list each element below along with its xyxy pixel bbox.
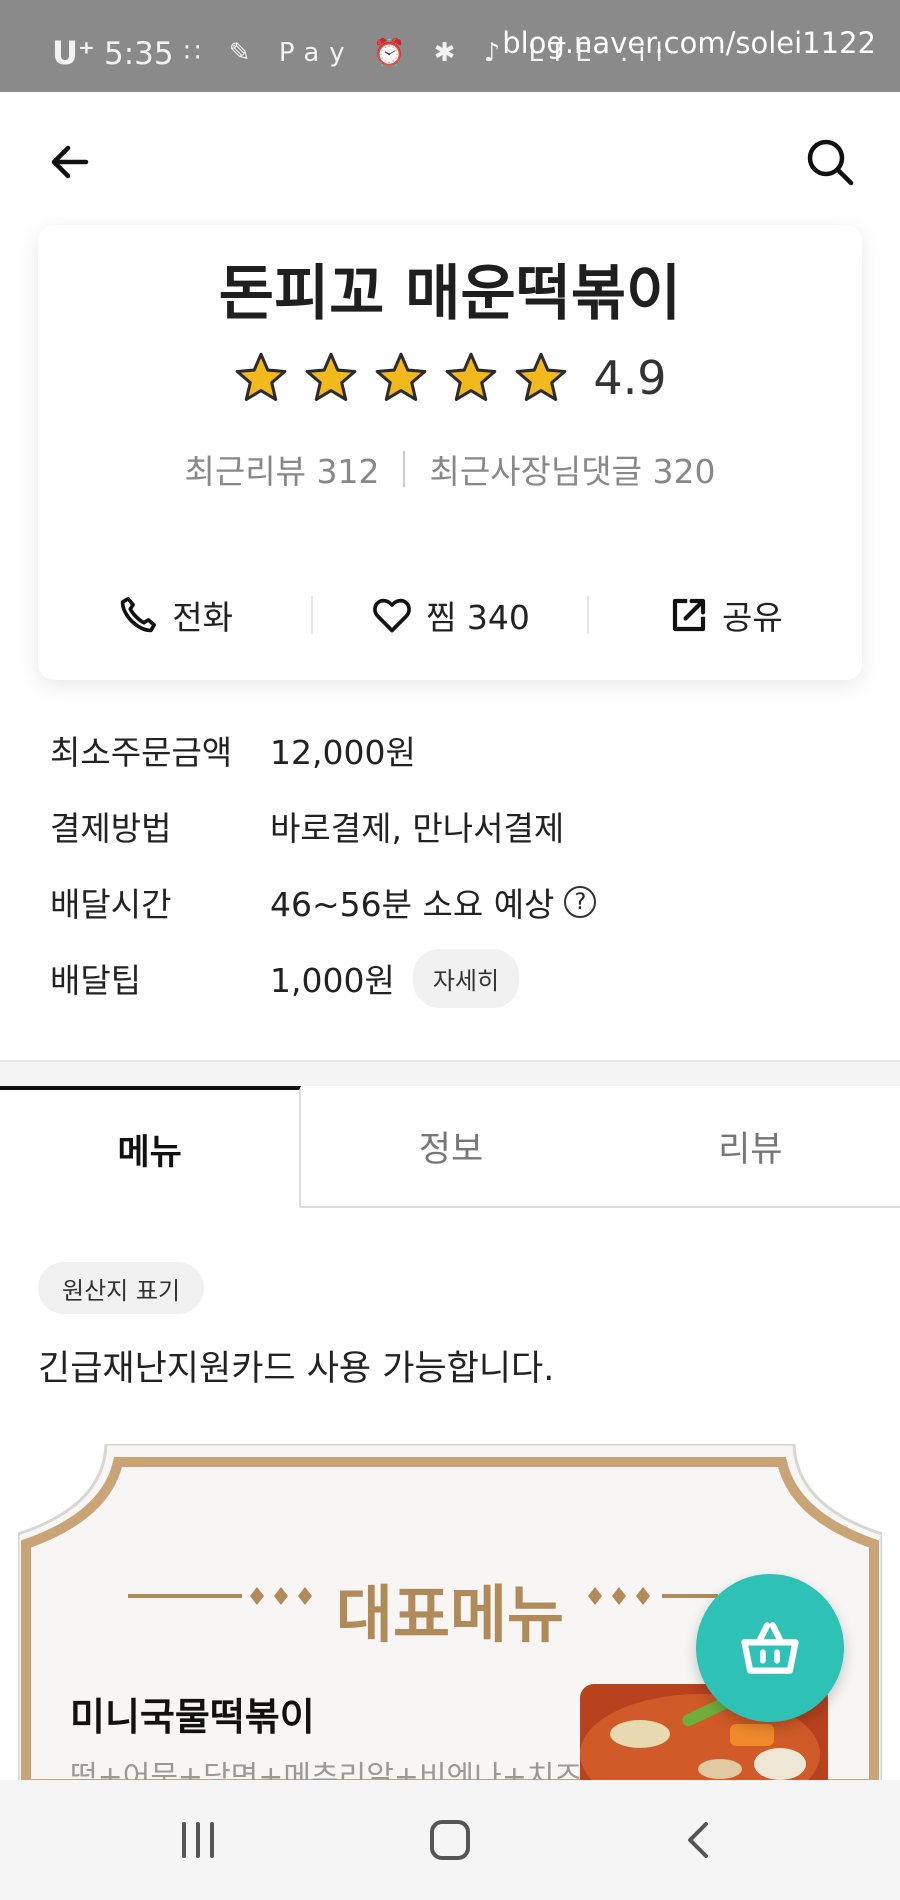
delivery-tip-value-wrap: 1,000원 자세히 [270,948,520,1008]
payment-row: 결제방법 바로결제, 만나서결제 [50,796,850,856]
back-arrow-icon [51,145,89,179]
divider [403,451,406,487]
star-icon [236,352,287,401]
status-time: 5:35 [104,36,174,72]
recent-reviews-link[interactable]: 최근리뷰 312 [185,445,380,493]
home-icon [430,1820,470,1860]
min-order-label: 최소주문금액 [50,733,233,772]
menu-item-name[interactable]: 미니국물떡볶이 [70,1686,315,1741]
delivery-time-label: 배달시간 [50,885,172,924]
tab-reviews[interactable]: 리뷰 [600,1086,900,1208]
call-button[interactable]: 전화 [38,591,311,639]
recent-apps-icon [182,1822,214,1858]
min-order-row: 최소주문금액 12,000원 [50,720,850,780]
heart-icon [373,598,411,633]
delivery-time-value-wrap: 46~56분 소요 예상 ? [270,878,597,926]
min-order-value: 12,000원 [270,733,416,772]
share-icon [672,598,706,632]
notice-text: 긴급재난지원카드 사용 가능합니다. [38,1349,555,1389]
recent-apps-button[interactable] [138,1780,258,1900]
cart-button[interactable] [696,1574,844,1722]
section-divider [0,1060,900,1086]
system-nav-bar [0,1780,900,1900]
watermark-text: blog.naver.com/solei1122 [502,26,876,60]
delivery-time-value: 46~56분 소요 예상 [270,885,555,924]
tab-bar: 메뉴 정보 리뷰 [0,1086,900,1208]
delivery-tip-label: 배달팁 [50,961,142,1000]
system-back-button[interactable] [640,1780,760,1900]
store-card: 돈피꼬 매운떡볶이 4.9 최근리뷰 312 최근사장님댓글 320 전화 찜 … [38,225,862,680]
rating-row: 4.9 [38,350,862,406]
action-row: 전화 찜 340 공유 [38,570,862,660]
home-button[interactable] [390,1780,510,1900]
review-counts: 최근리뷰 312 최근사장님댓글 320 [38,445,862,493]
delivery-time-row: 배달시간 46~56분 소요 예상 ? [50,872,850,932]
back-button[interactable] [38,130,102,194]
detail-button[interactable]: 자세히 [412,948,520,1008]
star-icon [376,352,427,401]
share-button[interactable]: 공유 [589,591,862,639]
delivery-tip-value: 1,000원 [270,961,395,1000]
store-name: 돈피꼬 매운떡볶이 [218,259,682,329]
star-icon [446,352,497,401]
favorite-button[interactable]: 찜 340 [313,591,586,639]
carrier-label: U⁺ [52,34,95,72]
payment-value: 바로결제, 만나서결제 [270,809,565,848]
search-button[interactable] [798,130,862,194]
favorite-label: 찜 340 [426,598,530,637]
owner-comments-link[interactable]: 최근사장님댓글 320 [429,445,715,493]
basket-icon [741,1622,799,1674]
tab-info[interactable]: 정보 [301,1086,601,1208]
phone-icon [121,597,157,633]
back-chevron-icon [688,1822,708,1858]
origin-label-button[interactable]: 원산지 표기 [38,1262,205,1314]
call-label: 전화 [172,598,234,637]
star-icon [516,352,567,401]
share-label: 공유 [721,598,783,637]
help-icon[interactable]: ? [564,886,597,918]
payment-label: 결제방법 [50,809,172,848]
search-icon [807,139,854,186]
delivery-tip-row: 배달팁 1,000원 자세히 [50,948,850,1008]
rating-value: 4.9 [593,351,667,405]
status-bar: U⁺ 5:35 ∷ ✎ Pay ⏰ ✱ ♪ LTE .ıl blog.naver… [0,0,900,92]
tab-menu[interactable]: 메뉴 [0,1086,302,1208]
top-bar [0,92,900,227]
star-icon [306,352,357,401]
